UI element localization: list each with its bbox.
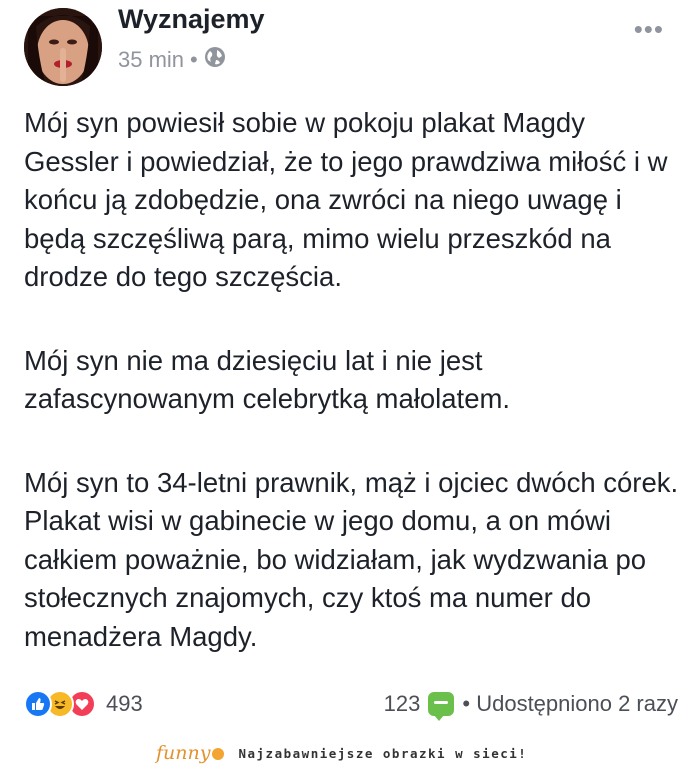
post-footer: 493 123 • Udostępniono 2 razy bbox=[24, 686, 678, 722]
globe-icon bbox=[204, 46, 226, 74]
page-name[interactable]: Wyznajemy bbox=[118, 4, 265, 35]
post-paragraph: Mój syn to 34-letni prawnik, mąż i ojcie… bbox=[24, 466, 679, 652]
watermark: funny Najzabawniejsze obrazki w sieci! bbox=[156, 742, 527, 764]
avatar[interactable] bbox=[24, 8, 102, 86]
meta-separator: • bbox=[190, 47, 198, 72]
post-meta: 35 min • bbox=[118, 46, 226, 74]
engagement-stats[interactable]: 123 • Udostępniono 2 razy bbox=[383, 691, 678, 721]
comment-icon bbox=[428, 692, 455, 721]
share-count: • Udostępniono 2 razy bbox=[462, 691, 678, 716]
post-paragraph: Mój syn nie ma dziesięciu lat i nie jest… bbox=[24, 344, 511, 415]
avatar-image bbox=[24, 8, 102, 86]
brand-ball-icon bbox=[212, 748, 225, 760]
reaction-count: 493 bbox=[106, 691, 143, 716]
ellipsis-icon[interactable]: ••• bbox=[634, 14, 664, 45]
brand-tagline: Najzabawniejsze obrazki w sieci! bbox=[238, 745, 528, 761]
post-time[interactable]: 35 min bbox=[118, 47, 184, 73]
comment-count: 123 bbox=[383, 691, 421, 716]
post-paragraph: Mój syn powiesił sobie w pokoju plakat M… bbox=[24, 107, 668, 292]
like-icon bbox=[24, 690, 52, 718]
post-text: Mój syn powiesił sobie w pokoju plakat M… bbox=[24, 104, 684, 701]
brand-logo: funny bbox=[156, 742, 225, 764]
reactions-summary[interactable]: 493 bbox=[24, 690, 143, 718]
